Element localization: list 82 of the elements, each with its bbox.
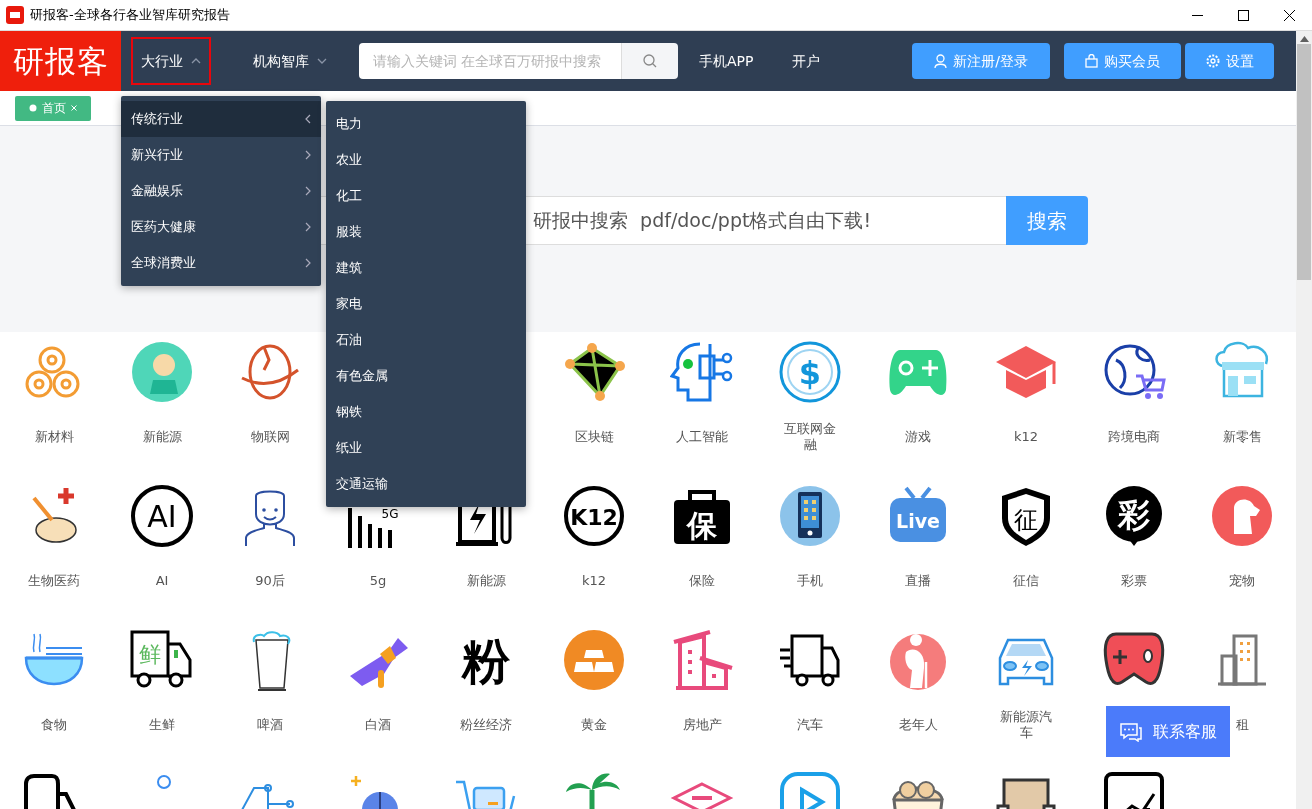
topic-label[interactable]: 手机	[797, 573, 823, 589]
maximize-icon	[1237, 9, 1249, 21]
gear-icon	[1205, 54, 1220, 68]
topic-label[interactable]: 新能源	[142, 429, 182, 445]
topic-label[interactable]: 宠物	[1229, 573, 1255, 589]
caret-icon	[191, 57, 201, 65]
topic-label[interactable]: 白酒	[365, 717, 391, 733]
nav-menu[interactable]: 机构智库	[243, 37, 337, 85]
topic-label[interactable]: k12	[581, 573, 607, 589]
chevron-icon	[305, 258, 311, 268]
user-icon	[934, 54, 948, 68]
topic-label[interactable]: 直播	[905, 573, 931, 589]
chevron-icon	[305, 222, 311, 232]
topic-label[interactable]: 征信	[1013, 573, 1039, 589]
contact-button[interactable]: 联系客服	[1106, 706, 1230, 757]
close-icon	[71, 105, 77, 111]
topic-label[interactable]: 5g	[369, 573, 387, 589]
menu-item[interactable]: 全球消费业	[121, 245, 321, 281]
menu-item[interactable]: 建筑	[326, 250, 526, 286]
circle-icon[interactable]: K12	[562, 484, 626, 548]
nav-link[interactable]: 开户	[792, 50, 821, 72]
chevron-icon	[305, 186, 311, 196]
topic-label[interactable]: 新能源汽车	[994, 709, 1058, 741]
topic-label[interactable]: 汽车	[797, 717, 823, 733]
topic-label[interactable]: 新零售	[1222, 429, 1262, 445]
topic-label[interactable]: 90后	[255, 573, 285, 589]
topic-label[interactable]: 保险	[689, 573, 715, 589]
topic-label[interactable]: 互联网金融	[778, 421, 842, 453]
menu-item[interactable]: 传统行业	[121, 101, 321, 137]
topic-label[interactable]: 租	[1235, 717, 1249, 733]
chat-icon	[1119, 721, 1143, 742]
topic-label[interactable]: 人工智能	[676, 429, 728, 445]
head-icon[interactable]	[670, 340, 734, 404]
topic-label[interactable]: 房地产	[682, 717, 722, 733]
topic-label[interactable]: 物联网	[250, 429, 290, 445]
menu-item[interactable]: 有色金属	[326, 358, 526, 394]
topic-label[interactable]: k12	[1013, 429, 1039, 445]
topic-label[interactable]: 老年人	[898, 717, 938, 733]
close-icon	[1283, 9, 1295, 21]
window-title: 研报客-全球各行各业智库研究报告	[30, 6, 230, 25]
menu-item[interactable]: 交通运输	[326, 466, 526, 502]
topic-label[interactable]: 新能源	[466, 573, 506, 589]
menu-item[interactable]: 纸业	[326, 430, 526, 466]
topic-label[interactable]: 区块链	[574, 429, 614, 445]
topic-label[interactable]: 生鲜	[149, 717, 175, 733]
menu-item[interactable]: 家电	[326, 286, 526, 322]
topic-label[interactable]: 新材料	[34, 429, 74, 445]
topic-label[interactable]: 生物医药	[28, 573, 80, 589]
tablet-icon[interactable]	[778, 484, 842, 548]
search-icon	[643, 54, 657, 68]
person-icon[interactable]	[130, 340, 194, 404]
topic-label[interactable]: 跨境电商	[1108, 429, 1160, 445]
topic-label[interactable]: AI	[155, 573, 169, 589]
menu-item[interactable]: 钢铁	[326, 394, 526, 430]
dog-icon[interactable]	[1210, 484, 1274, 548]
topic-label[interactable]: 黄金	[581, 717, 607, 733]
scrollbar[interactable]	[1296, 31, 1312, 809]
nav-menu[interactable]: 大行业	[131, 37, 211, 85]
menu-item[interactable]: 新兴行业	[121, 137, 321, 173]
network-icon[interactable]	[562, 340, 626, 404]
topic-label[interactable]: 食物	[41, 717, 67, 733]
scrollbar-thumb[interactable]	[1297, 44, 1311, 280]
menu-item[interactable]: 电力	[326, 106, 526, 142]
menu-item[interactable]: 农业	[326, 142, 526, 178]
logo[interactable]: 研报客	[0, 31, 121, 91]
nav-link[interactable]: 手机APP	[699, 50, 754, 72]
app-icon	[6, 6, 24, 24]
glyph-icon[interactable]: 粉	[454, 628, 518, 692]
ingot-icon[interactable]	[562, 628, 626, 692]
topic-label[interactable]: 游戏	[905, 429, 931, 445]
circle-icon[interactable]: AI	[130, 484, 194, 548]
scroll-up-icon	[1299, 36, 1309, 42]
dot-icon	[29, 104, 37, 112]
bag-icon	[1085, 54, 1098, 68]
topic-label[interactable]: 粉丝经济	[460, 717, 512, 733]
menu-item[interactable]: 石油	[326, 322, 526, 358]
topic-label[interactable]: 彩票	[1121, 573, 1147, 589]
caret-icon	[317, 57, 327, 65]
topic-label[interactable]: 啤酒	[257, 717, 283, 733]
chevron-icon	[305, 150, 311, 160]
search-button[interactable]	[621, 43, 678, 79]
chevron-icon	[305, 114, 311, 124]
